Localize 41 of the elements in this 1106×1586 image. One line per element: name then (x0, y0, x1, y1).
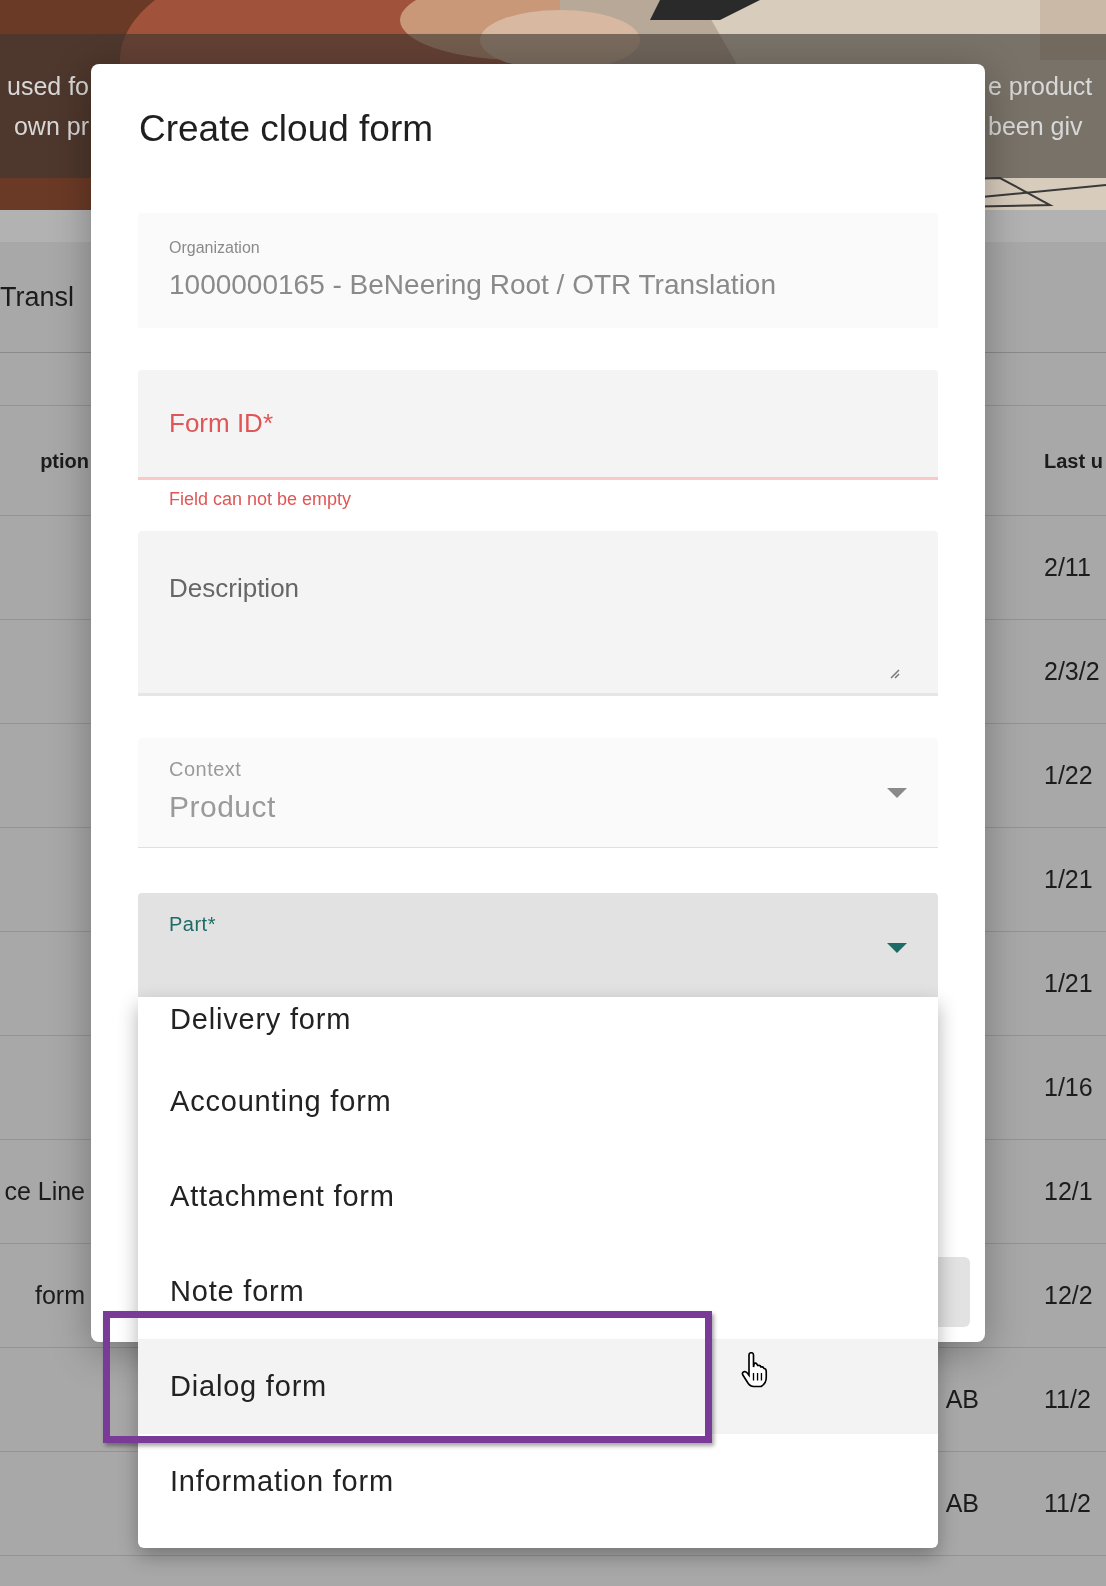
table-cell: 1/22 (1044, 760, 1093, 789)
table-cell: 1/21 (1044, 864, 1093, 893)
table-cell: 1/21 (1044, 968, 1093, 997)
menu-item[interactable]: Information form (138, 1434, 938, 1529)
field-label: Form ID* (169, 407, 274, 440)
table-cell: form (35, 1280, 85, 1309)
resize-handle-icon (888, 667, 900, 679)
menu-item[interactable]: Delivery form (138, 997, 938, 1054)
banner-text: e product (987, 71, 1094, 102)
column-header: ption (40, 448, 90, 474)
field-label: Organization (169, 237, 261, 258)
hand-cursor-icon (740, 1352, 770, 1388)
dropdown-caret-icon (887, 943, 907, 953)
tab[interactable]: Transl (0, 276, 74, 318)
table-cell: ce Line (4, 1176, 85, 1205)
banner-text: used fo (7, 71, 90, 102)
table-cell: AB (945, 1384, 979, 1413)
table-cell: 11/2 (1044, 1384, 1091, 1413)
menu-item[interactable]: Dialog form (138, 1339, 938, 1434)
table-cell: 12/1 (1044, 1176, 1093, 1205)
table-cell: 11/2 (1044, 1488, 1091, 1517)
dialog-title: Create cloud form (139, 107, 435, 151)
menu-item[interactable]: Note form (138, 1244, 938, 1339)
error-message: Field can not be empty (169, 488, 352, 511)
table-cell: 2/3/2 (1044, 656, 1100, 685)
banner-text: been giv (987, 111, 1084, 142)
field-value: 1000000165 - BeNeering Root / OTR Translation (169, 267, 778, 302)
menu-item[interactable]: Attachment form (138, 1149, 938, 1244)
table-cell: AB (945, 1488, 979, 1517)
table-cell: 1/16 (1044, 1072, 1093, 1101)
description-field[interactable]: Description (138, 531, 938, 696)
field-label: Part* (169, 912, 217, 937)
table-cell: 2/11 (1044, 552, 1091, 581)
dropdown-caret-icon (887, 787, 907, 798)
field-label: Description (169, 573, 300, 603)
column-header: Last u (1043, 448, 1104, 474)
field-value: Product (169, 789, 277, 825)
field-label: Context (169, 757, 243, 782)
banner-text: own pr (13, 111, 90, 142)
table-cell: 12/2 (1044, 1280, 1093, 1309)
menu-item[interactable]: Accounting form (138, 1054, 938, 1149)
